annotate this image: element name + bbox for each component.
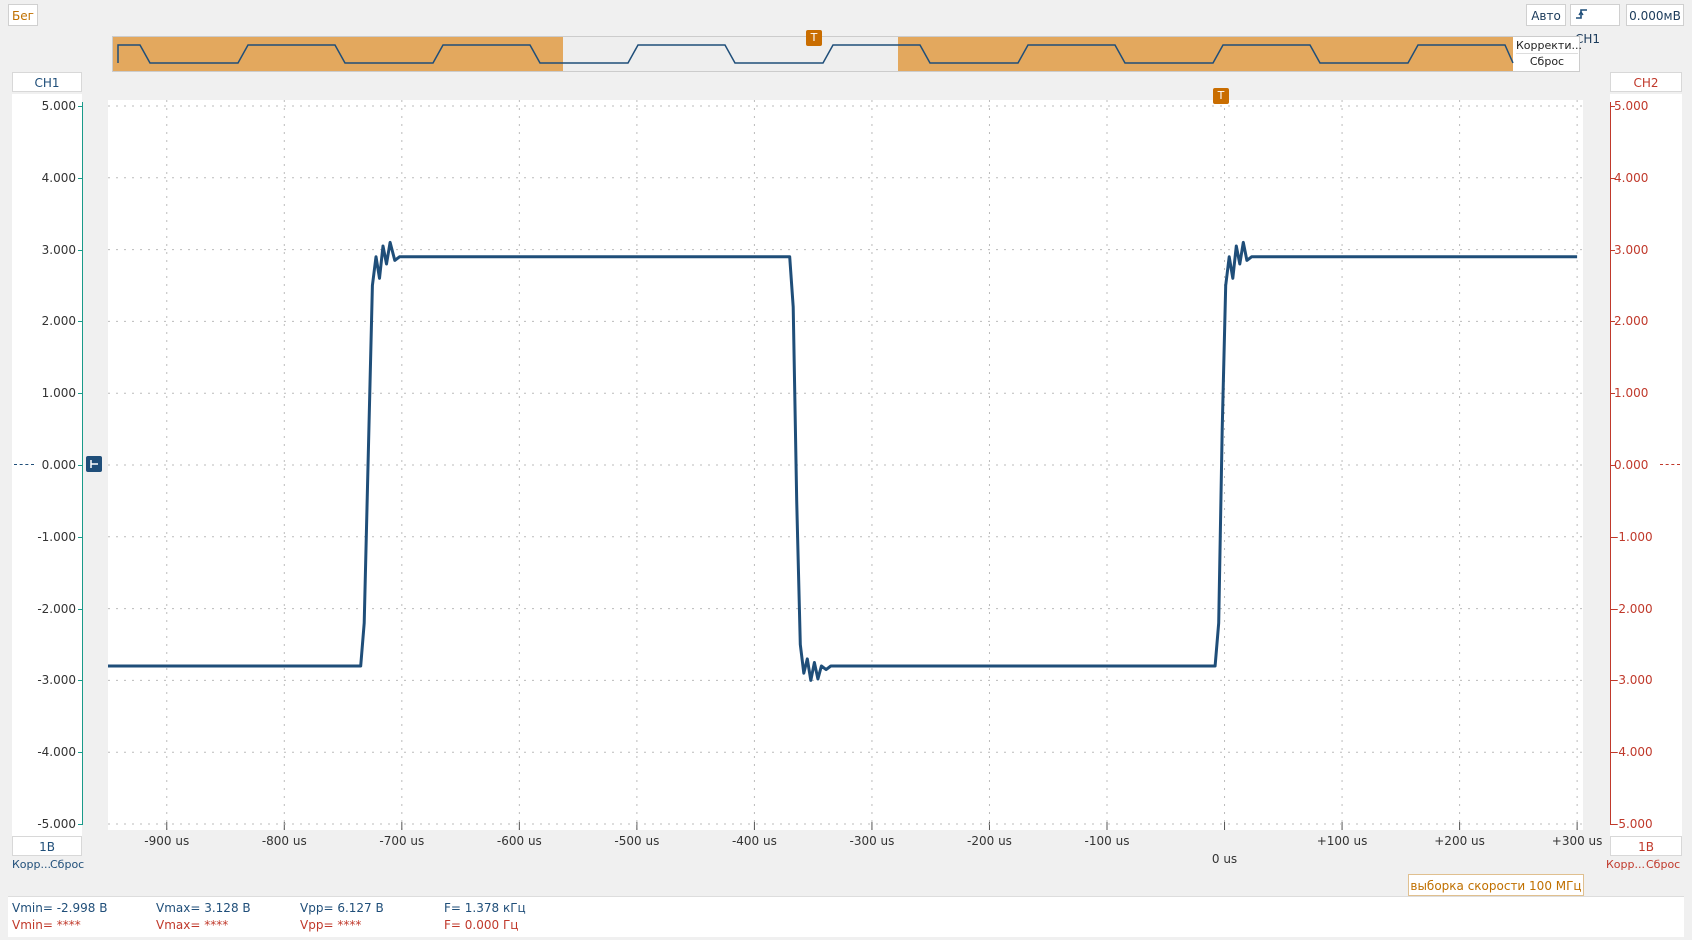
plot-area[interactable]	[108, 100, 1583, 830]
ch2-frequency: F= 0.000 Гц	[444, 918, 519, 932]
overview-trigger-marker[interactable]: T	[806, 30, 822, 46]
x-tick-label: -400 us	[731, 834, 777, 848]
ch1-tick-label: 2.000	[41, 314, 76, 329]
ch2-reset-button[interactable]: Сброс	[1646, 858, 1680, 871]
ch2-vmin: Vmin= ****	[12, 918, 81, 932]
x-tick-label: -300 us	[849, 834, 895, 848]
ch1-tick-mark	[78, 536, 83, 538]
trigger-channel-button[interactable]: CH1	[1570, 4, 1620, 46]
ch2-tick-mark	[1610, 177, 1615, 179]
ground-icon	[90, 460, 98, 468]
sample-rate-label: выборка скорости 100 МГц	[1408, 874, 1584, 896]
overview-right-band	[898, 37, 1513, 71]
overview-reset-button[interactable]: Сброс	[1516, 54, 1578, 70]
ch1-tick-mark	[78, 321, 83, 323]
ch1-scale[interactable]: 1В	[12, 836, 82, 856]
ch1-tick-label: -1.000	[37, 529, 76, 544]
ch1-tick-label: 1.000	[41, 386, 76, 401]
ch2-label[interactable]: CH2	[1610, 72, 1682, 92]
ch2-tick-mark	[1610, 536, 1615, 538]
ch1-vmax: Vmax= 3.128 В	[156, 901, 251, 915]
ch2-tick-mark	[1610, 393, 1615, 395]
ch1-waveform	[108, 240, 1578, 682]
x-tick-label: -500 us	[614, 834, 660, 848]
trigger-level-button[interactable]: 0.000мВ	[1626, 4, 1684, 26]
ch1-tick-mark	[78, 752, 83, 754]
x-tick-label: -900 us	[144, 834, 190, 848]
trigger-mode-button[interactable]: Авто	[1526, 4, 1566, 26]
ch2-ground-line	[1660, 464, 1680, 465]
ch2-tick-label: -1.000	[1614, 529, 1653, 544]
x-tick-label: +300 us	[1551, 834, 1603, 848]
ch2-tick-label: 4.000	[1614, 170, 1649, 185]
overview-left-band	[113, 37, 563, 71]
ch2-scale[interactable]: 1В	[1610, 836, 1682, 856]
x-tick-label: -200 us	[967, 834, 1012, 848]
ch1-tick-mark	[78, 393, 83, 395]
x-tick-label: -100 us	[1084, 834, 1130, 848]
ch1-ground-marker[interactable]	[86, 456, 102, 472]
ch1-ground-line	[14, 464, 34, 465]
ch2-vmax: Vmax= ****	[156, 918, 229, 932]
ch1-frequency: F= 1.378 кГц	[444, 901, 526, 915]
ch1-tick-label: 0.000	[41, 458, 76, 472]
ch1-label[interactable]: CH1	[12, 72, 82, 92]
ch1-axis-line	[82, 102, 83, 824]
ch2-tick-label: 2.000	[1614, 314, 1649, 329]
x-tick-label: +200 us	[1434, 834, 1485, 848]
ch1-reset-button[interactable]: Сброс	[50, 858, 84, 871]
ch2-tick-mark	[1610, 752, 1615, 754]
ch1-tick-mark	[78, 106, 83, 107]
ch2-tick-label: -4.000	[1614, 745, 1653, 760]
ch2-tick-label: 3.000	[1614, 242, 1649, 257]
ch2-tick-mark	[1610, 321, 1615, 323]
ch2-axis-line	[1610, 102, 1611, 824]
measurement-bar: Vmin= -2.998 В Vmax= 3.128 В Vpp= 6.127 …	[8, 896, 1684, 937]
x-tick-label: -800 us	[261, 834, 307, 848]
ch2-tick-mark	[1610, 680, 1615, 682]
ch1-correct-button[interactable]: Корр...	[12, 858, 51, 871]
ch2-tick-mark	[1610, 824, 1615, 825]
ch2-correct-button[interactable]: Корр...	[1606, 858, 1645, 871]
ch1-tick-label: 5.000	[41, 99, 76, 113]
ch1-tick-mark	[78, 177, 83, 179]
ch2-tick-label: 5.000	[1614, 99, 1649, 113]
ch2-tick-label: -3.000	[1614, 673, 1653, 688]
ch1-tick-label: 3.000	[41, 242, 76, 257]
ch1-vmin: Vmin= -2.998 В	[12, 901, 108, 915]
overview-strip[interactable]	[112, 36, 1580, 72]
ch2-tick-mark	[1610, 608, 1615, 610]
ch1-tick-mark	[78, 465, 83, 466]
ch1-tick-label: -4.000	[37, 745, 76, 760]
trigger-position-marker[interactable]: T	[1213, 88, 1229, 104]
ch1-tick-mark	[78, 824, 83, 825]
overview-waveform	[113, 37, 1514, 71]
ch1-tick-label: -5.000	[37, 817, 76, 831]
ch2-tick-label: -2.000	[1614, 601, 1653, 616]
x-tick-label: -600 us	[496, 834, 542, 848]
x-tick-label: -700 us	[379, 834, 425, 848]
waveform-plot	[108, 100, 1583, 830]
ch1-vpp: Vpp= 6.127 В	[300, 901, 384, 915]
run-status-button[interactable]: Бег	[8, 4, 38, 26]
overview-correct-button[interactable]: Корректи...	[1516, 38, 1582, 54]
trigger-edge-icon	[1575, 6, 1589, 28]
x-tick-label: 0 us	[1211, 852, 1238, 866]
ch1-tick-label: -2.000	[37, 601, 76, 616]
ch1-tick-mark	[78, 608, 83, 610]
ch2-tick-mark	[1610, 465, 1615, 466]
ch2-tick-label: -5.000	[1614, 817, 1653, 831]
ch1-tick-mark	[78, 680, 83, 682]
ch2-tick-label: 0.000	[1614, 458, 1649, 472]
ch2-tick-mark	[1610, 249, 1615, 251]
ch2-vpp: Vpp= ****	[300, 918, 362, 932]
ch1-tick-mark	[78, 249, 83, 251]
x-tick-label: +100 us	[1316, 834, 1368, 848]
ch2-tick-label: 1.000	[1614, 386, 1649, 401]
ch2-tick-mark	[1610, 106, 1615, 107]
ch1-tick-label: 4.000	[41, 170, 76, 185]
ch1-tick-label: -3.000	[37, 673, 76, 688]
